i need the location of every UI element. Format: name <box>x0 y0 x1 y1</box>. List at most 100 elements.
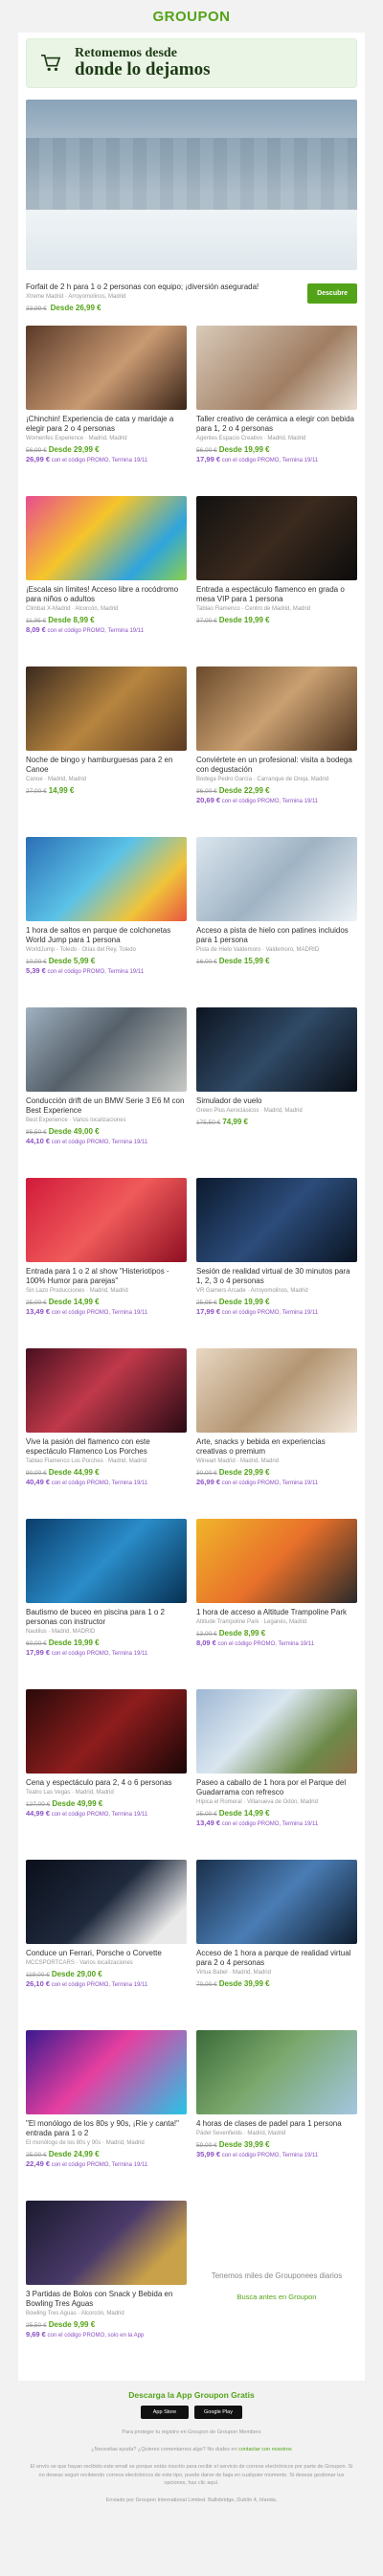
deal-card[interactable]: Conducción drift de un BMW Serie 3 E6 M … <box>26 1006 187 1178</box>
deal-title[interactable]: Cena y espectáculo para 2, 4 o 6 persona… <box>26 1778 187 1788</box>
deal-title[interactable]: ¡Escala sin límites! Acceso libre a rocó… <box>26 585 187 604</box>
deal-card[interactable]: Arte, snacks y bebida en experiencias cr… <box>196 1347 357 1519</box>
deal-image[interactable] <box>26 2200 187 2285</box>
deal-new-price: Desde 29,99 € <box>218 1467 270 1477</box>
deal-title[interactable]: Acceso de 1 hora a parque de realidad vi… <box>196 1949 357 1968</box>
deal-image[interactable] <box>196 1006 357 1092</box>
deal-image[interactable] <box>26 1688 187 1774</box>
deal-title[interactable]: Conduce un Ferrari, Porsche o Corvette <box>26 1949 187 1958</box>
deal-image[interactable] <box>26 1859 187 1944</box>
deal-image[interactable] <box>196 1518 357 1603</box>
app-download-title: Descarga la App Groupon Gratis <box>128 2389 255 2400</box>
deal-title[interactable]: Acceso a pista de hielo con patines incl… <box>196 926 357 945</box>
deal-meta: Womenfes Experience · Madrid, Madrid <box>26 435 127 441</box>
deal-image[interactable] <box>26 1518 187 1603</box>
contact-link[interactable]: contactar con nosotros <box>238 2447 292 2452</box>
deal-title[interactable]: 1 hora de acceso a Altitude Trampoline P… <box>196 1608 357 1617</box>
deal-image[interactable] <box>26 666 187 751</box>
deal-title[interactable]: Arte, snacks y bebida en experiencias cr… <box>196 1437 357 1457</box>
deal-old-price: 85,50 € <box>26 1128 47 1136</box>
deal-image[interactable] <box>196 1347 357 1433</box>
deal-title[interactable]: ¡Chinchin! Experiencia de cata y maridaj… <box>26 415 187 434</box>
app-store-badge[interactable]: App Store <box>141 2405 189 2419</box>
deal-promo: 20,69 € con el código PROMO, Termina 19/… <box>196 796 357 806</box>
discover-button[interactable]: Descubre <box>307 283 357 304</box>
deal-card[interactable]: "El monólogo de los 80s y 90s, ¡Ríe y ca… <box>26 2029 187 2201</box>
deal-promo: 13,49 € con el código PROMO, Termina 19/… <box>196 1819 357 1829</box>
deal-image[interactable] <box>26 836 187 921</box>
deal-card[interactable]: Vive la pasión del flamenco con este esp… <box>26 1347 187 1519</box>
deal-image[interactable] <box>196 1177 357 1262</box>
deal-card[interactable]: 4 horas de clases de padel para 1 person… <box>196 2029 357 2201</box>
deal-card[interactable]: Paseo a caballo de 1 hora por el Parque … <box>196 1688 357 1860</box>
deal-promo-price: 9,69 € <box>26 2329 46 2339</box>
deal-promo-text: con el código PROMO, Termina 19/11 <box>47 968 145 975</box>
deal-card[interactable]: 3 Partidas de Bolos con Snack y Bebida e… <box>26 2200 187 2371</box>
hero-meta: Xtreme Madrid · Arroyomolinos, Madrid <box>26 294 126 300</box>
deal-old-price: 30,00 € <box>196 1469 217 1477</box>
deal-image[interactable] <box>196 325 357 410</box>
deal-title[interactable]: Conviértete en un profesional: visita a … <box>196 756 357 775</box>
deal-image[interactable] <box>26 495 187 580</box>
deal-old-price: 10,00 € <box>26 958 47 965</box>
deal-image[interactable] <box>196 666 357 751</box>
deal-title[interactable]: Paseo a caballo de 1 hora por el Parque … <box>196 1778 357 1797</box>
deal-card[interactable]: 1 hora de saltos en parque de colchoneta… <box>26 836 187 1007</box>
deal-promo: 17,99 € con el código PROMO, Termina 19/… <box>26 1648 187 1659</box>
deal-new-price: Desde 49,99 € <box>52 1798 103 1808</box>
deal-card[interactable]: Sesión de realidad virtual de 30 minutos… <box>196 1177 357 1348</box>
deal-title[interactable]: Sesión de realidad virtual de 30 minutos… <box>196 1267 357 1286</box>
deal-image[interactable] <box>26 1347 187 1433</box>
deal-title[interactable]: Entrada a espectáculo flamenco en grada … <box>196 585 357 604</box>
search-groupon-link[interactable]: Busca antes en Groupon <box>237 2293 317 2301</box>
deal-title[interactable]: Simulador de vuelo <box>196 1096 357 1106</box>
deal-image[interactable] <box>196 836 357 921</box>
deal-title[interactable]: Entrada para 1 o 2 al show "Histeriotipo… <box>26 1267 187 1286</box>
deal-title[interactable]: "El monólogo de los 80s y 90s, ¡Ríe y ca… <box>26 2119 187 2138</box>
deal-card[interactable]: 1 hora de acceso a Altitude Trampoline P… <box>196 1518 357 1689</box>
deal-image[interactable] <box>26 325 187 410</box>
deal-title[interactable]: 1 hora de saltos en parque de colchoneta… <box>26 926 187 945</box>
deal-title[interactable]: Noche de bingo y hamburguesas para 2 en … <box>26 756 187 775</box>
deal-title[interactable]: Bautismo de buceo en piscina para 1 o 2 … <box>26 1608 187 1627</box>
google-play-badge[interactable]: Google Play <box>194 2405 242 2419</box>
deal-card[interactable]: Taller creativo de cerámica a elegir con… <box>196 325 357 496</box>
deal-old-price: 37,00 € <box>196 617 217 624</box>
deal-old-price: 27,00 € <box>26 787 47 795</box>
deal-image[interactable] <box>196 1688 357 1774</box>
deal-promo-text: con el código PROMO, Termina 19/11 <box>221 1820 319 1827</box>
banner-line1: Retomemos desde <box>75 45 177 60</box>
deal-card[interactable]: Entrada para 1 o 2 al show "Histeriotipo… <box>26 1177 187 1348</box>
hero-deal[interactable]: Forfait de 2 h para 1 o 2 personas con e… <box>26 100 357 312</box>
deal-title[interactable]: Vive la pasión del flamenco con este esp… <box>26 1437 187 1457</box>
deal-image[interactable] <box>26 2029 187 2114</box>
deal-title[interactable]: Taller creativo de cerámica a elegir con… <box>196 415 357 434</box>
deal-meta: MCCSPORTCARS · Varios localizaciones <box>26 1959 133 1966</box>
deal-image[interactable] <box>196 1859 357 1944</box>
deal-card[interactable]: ¡Chinchin! Experiencia de cata y maridaj… <box>26 325 187 496</box>
deal-card[interactable]: Conviértete en un profesional: visita a … <box>196 666 357 837</box>
deal-title[interactable]: 3 Partidas de Bolos con Snack y Bebida e… <box>26 2290 187 2309</box>
deal-promo-price: 5,39 € <box>26 965 46 975</box>
hero-image[interactable] <box>26 100 357 270</box>
deal-title[interactable]: 4 horas de clases de padel para 1 person… <box>196 2119 357 2129</box>
deal-image[interactable] <box>26 1006 187 1092</box>
deal-card[interactable]: Conduce un Ferrari, Porsche o Corvette MC… <box>26 1859 187 2030</box>
hero-title[interactable]: Forfait de 2 h para 1 o 2 personas con e… <box>26 282 284 292</box>
deal-meta: Pádel Sevenfields · Madrid, Madrid <box>196 2130 286 2136</box>
deal-card[interactable]: Simulador de vuelo Green Plus Aeroclásico… <box>196 1006 357 1178</box>
groupon-logo[interactable]: GROUPON <box>152 9 230 25</box>
deal-card[interactable]: Bautismo de buceo en piscina para 1 o 2 … <box>26 1518 187 1689</box>
deal-title[interactable]: Conducción drift de un BMW Serie 3 E6 M … <box>26 1096 187 1116</box>
deal-image[interactable] <box>196 495 357 580</box>
footer-line1: Para proteger tu registro en Groupon de … <box>122 2429 261 2435</box>
deal-image[interactable] <box>26 1177 187 1262</box>
deal-card[interactable]: Acceso a pista de hielo con patines incl… <box>196 836 357 1007</box>
deal-card[interactable]: Cena y espectáculo para 2, 4 o 6 persona… <box>26 1688 187 1860</box>
deal-card[interactable]: Entrada a espectáculo flamenco en grada … <box>196 495 357 667</box>
deal-card[interactable]: ¡Escala sin límites! Acceso libre a rocó… <box>26 495 187 667</box>
deal-new-price: Desde 19,99 € <box>218 615 270 624</box>
deal-card[interactable]: Noche de bingo y hamburguesas para 2 en … <box>26 666 187 837</box>
deal-card[interactable]: Acceso de 1 hora a parque de realidad vi… <box>196 1859 357 2030</box>
deal-image[interactable] <box>196 2029 357 2114</box>
